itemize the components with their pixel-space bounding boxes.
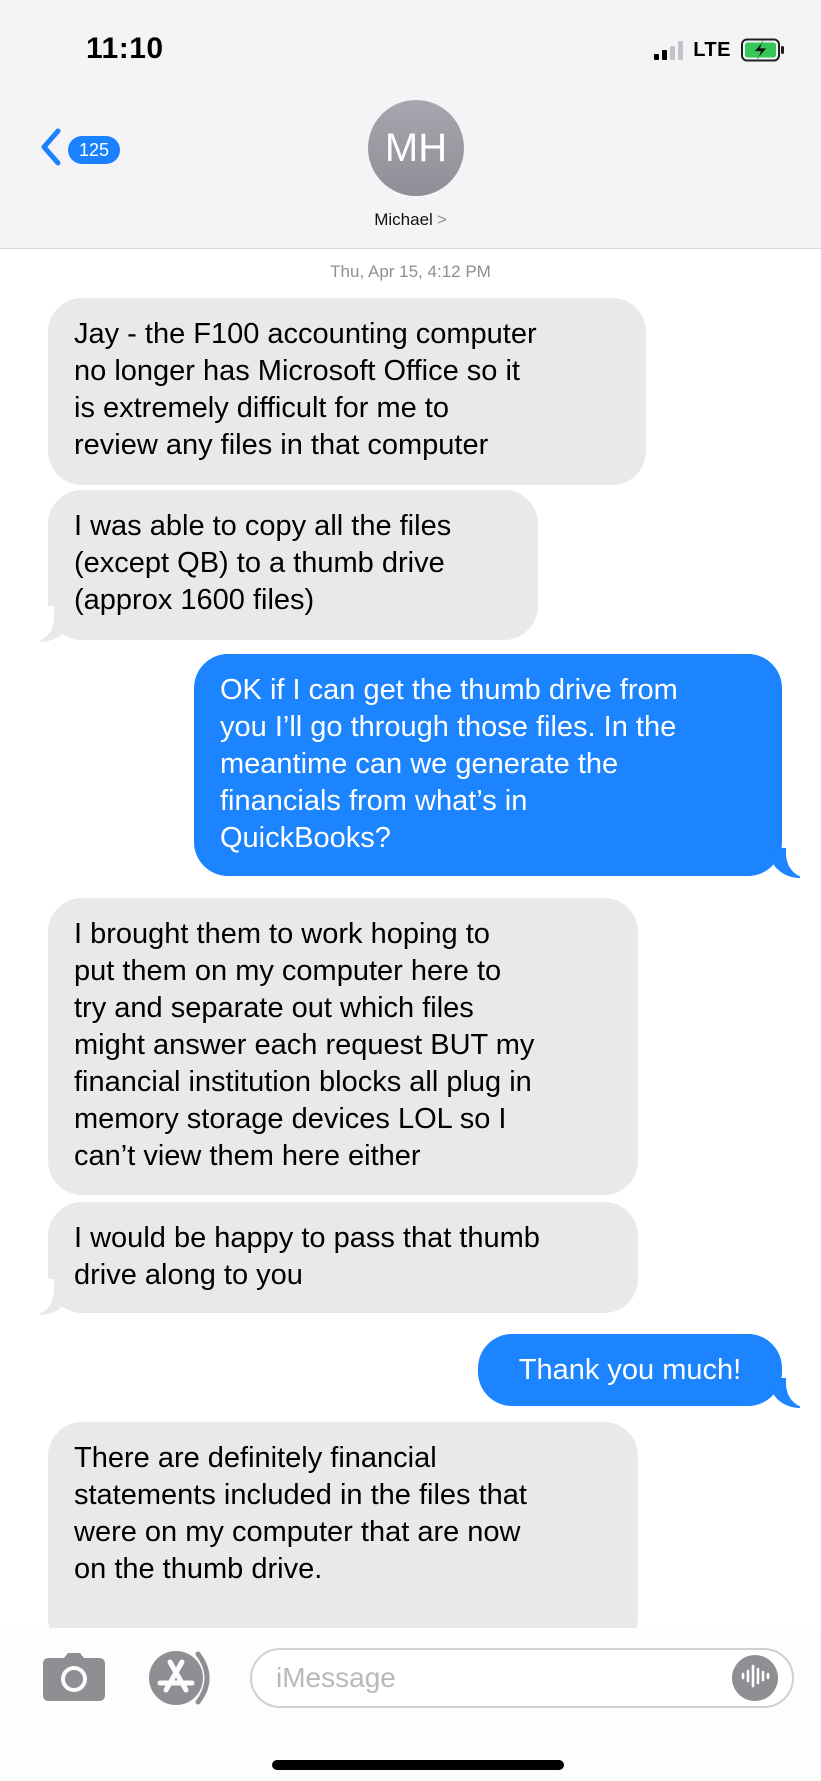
conversation-header: 11:10 LTE 125 MH Michael > [0, 0, 821, 249]
outgoing-message-bubble[interactable]: OK if I can get the thumb drive from you… [194, 654, 782, 876]
contact-name: Michael [374, 210, 433, 229]
incoming-message-bubble[interactable]: I was able to copy all the files (except… [48, 490, 538, 640]
camera-button[interactable] [42, 1652, 106, 1707]
back-button[interactable]: 125 [40, 128, 121, 171]
incoming-bubble-tail [24, 606, 70, 642]
incoming-bubble-tail [24, 1279, 70, 1315]
audio-waveform-icon [740, 1664, 770, 1693]
audio-message-button[interactable] [732, 1655, 778, 1701]
message-timestamp: Thu, Apr 15, 4:12 PM [330, 262, 491, 281]
status-bar-indicators: LTE [654, 38, 785, 62]
camera-icon [42, 1653, 106, 1706]
outgoing-bubble-tail [770, 842, 816, 878]
incoming-message-bubble[interactable]: There are definitely financial statement… [48, 1422, 638, 1652]
app-store-icon [146, 1651, 226, 1712]
app-store-button[interactable] [146, 1648, 226, 1713]
network-type-label: LTE [693, 38, 731, 61]
incoming-message-bubble[interactable]: Jay - the F100 accounting computer no lo… [48, 298, 646, 485]
incoming-message-bubble[interactable]: I brought them to work hoping to put the… [48, 898, 638, 1195]
outgoing-message-bubble[interactable]: Thank you much! [478, 1334, 782, 1406]
outgoing-bubble-tail [770, 1372, 816, 1408]
home-indicator[interactable] [272, 1760, 564, 1770]
status-bar-time: 11:10 [86, 32, 164, 65]
cellular-signal-icon [654, 40, 684, 60]
unread-count-badge: 125 [68, 135, 121, 164]
message-input-bar [0, 1628, 821, 1781]
chevron-left-icon [40, 128, 62, 171]
incoming-message-bubble[interactable]: I would be happy to pass that thumb driv… [48, 1202, 638, 1313]
contact-name-button[interactable]: Michael > [0, 210, 821, 230]
battery-charging-icon [741, 38, 785, 62]
contact-avatar[interactable]: MH [368, 100, 464, 196]
imessage-input[interactable] [250, 1648, 794, 1708]
chevron-right-icon: > [436, 210, 447, 229]
